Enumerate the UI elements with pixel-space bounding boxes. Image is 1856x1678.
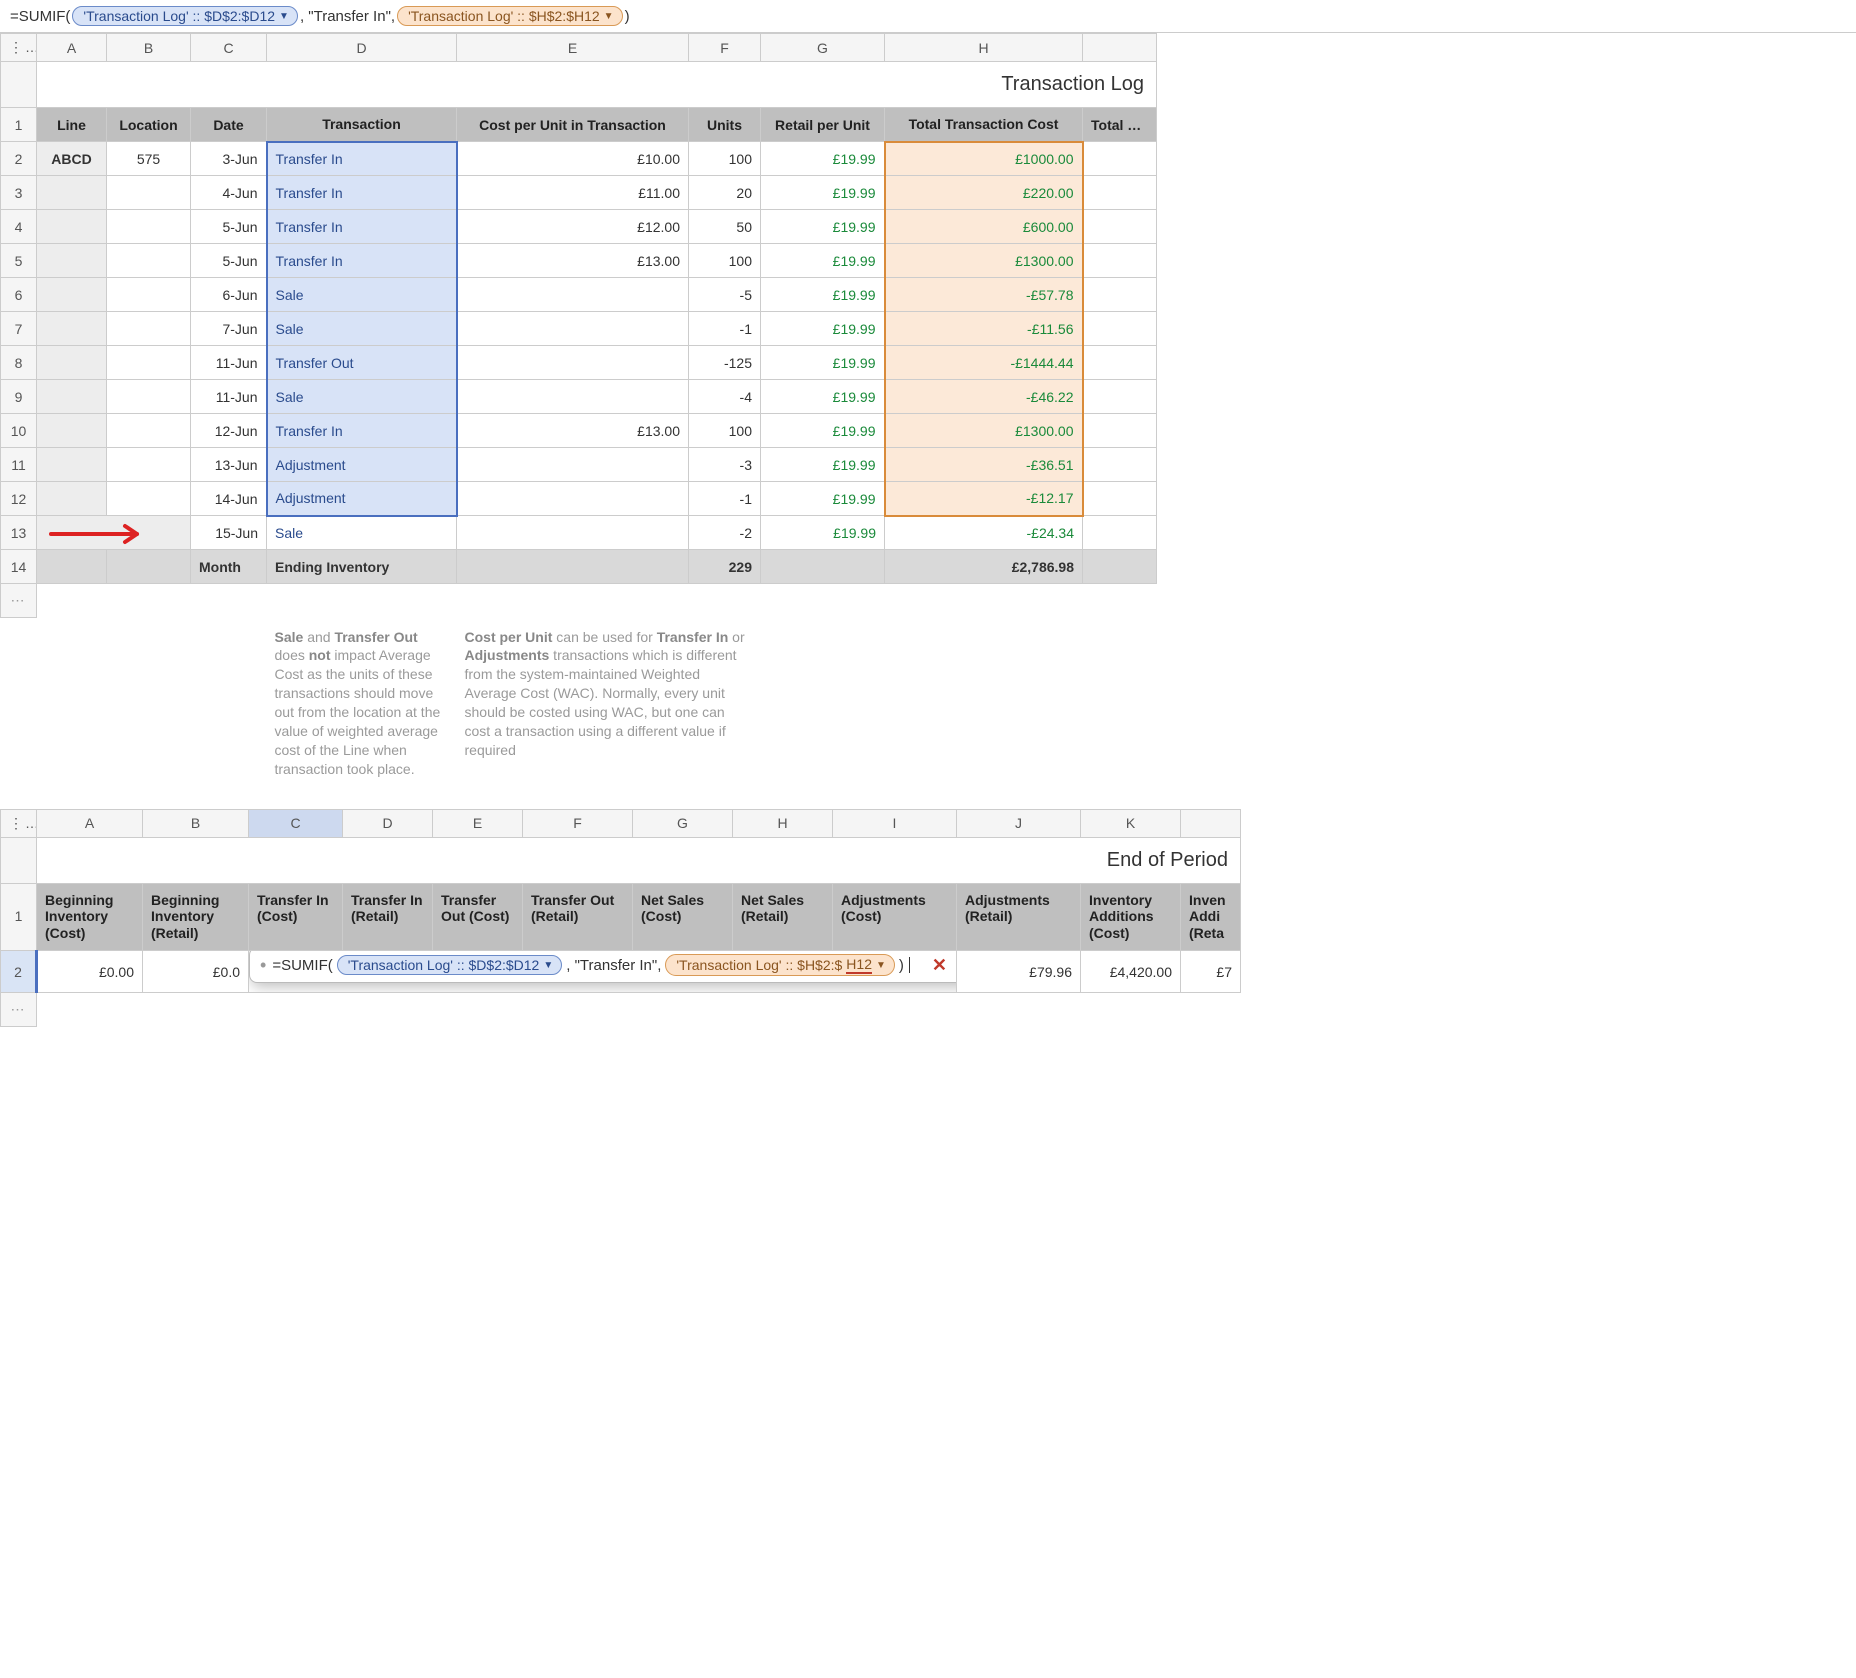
hdr-d[interactable]: Transfer In (Retail) bbox=[343, 883, 433, 950]
header-units[interactable]: Units bbox=[689, 108, 761, 142]
corner-handle[interactable]: ⋮⋮⋮ bbox=[1, 34, 37, 62]
col-header[interactable]: B bbox=[143, 809, 249, 837]
header-date[interactable]: Date bbox=[191, 108, 267, 142]
hdr-i[interactable]: Adjustments (Cost) bbox=[833, 883, 957, 950]
inline-formula-editor[interactable]: • =SUMIF( 'Transaction Log' :: $D$2:$D12… bbox=[249, 951, 957, 984]
table-row: 9 11-Jun Sale -4 £19.99 -£46.22 bbox=[1, 380, 1157, 414]
hdr-c[interactable]: Transfer In (Cost) bbox=[249, 883, 343, 950]
row-handle[interactable]: ⋯ bbox=[1, 993, 37, 1027]
col-header[interactable]: F bbox=[689, 34, 761, 62]
bullet-icon: • bbox=[260, 956, 266, 974]
col-header[interactable]: E bbox=[457, 34, 689, 62]
formula-mid: , "Transfer In", bbox=[300, 8, 395, 25]
row-header[interactable]: 1 bbox=[1, 883, 37, 950]
col-header[interactable]: E bbox=[433, 809, 523, 837]
text-cursor bbox=[909, 957, 910, 973]
header-transaction[interactable]: Transaction bbox=[267, 108, 457, 142]
hdr-e[interactable]: Transfer Out (Cost) bbox=[433, 883, 523, 950]
arrow-right-icon bbox=[47, 522, 157, 546]
col-header[interactable]: C bbox=[191, 34, 267, 62]
col-header[interactable]: D bbox=[343, 809, 433, 837]
col-header[interactable]: I bbox=[833, 809, 957, 837]
col-header[interactable]: A bbox=[37, 34, 107, 62]
row-header-active[interactable]: 2 bbox=[1, 951, 37, 993]
hdr-partial[interactable]: Inven Addi (Reta bbox=[1181, 883, 1241, 950]
hdr-h[interactable]: Net Sales (Retail) bbox=[733, 883, 833, 950]
table-row: 2 ABCD 575 3-Jun Transfer In £10.00 100 … bbox=[1, 142, 1157, 176]
range-token-h[interactable]: 'Transaction Log' :: $H$2:$H12 ▼ bbox=[665, 954, 895, 976]
table-title: Transaction Log bbox=[37, 62, 1157, 108]
transaction-log-table[interactable]: ⋮⋮⋮ A B C D E F G H Transaction Log 1 Li… bbox=[0, 33, 1157, 809]
header-location[interactable]: Location bbox=[107, 108, 191, 142]
formula-suffix: ) bbox=[899, 957, 904, 974]
hdr-j[interactable]: Adjustments (Retail) bbox=[957, 883, 1081, 950]
cancel-button[interactable]: ✕ bbox=[932, 955, 947, 976]
table-row: 8 11-Jun Transfer Out -125 £19.99 -£1444… bbox=[1, 346, 1157, 380]
range-token-h[interactable]: 'Transaction Log' :: $H$2:$H12 ▼ bbox=[397, 6, 623, 26]
chevron-down-icon: ▼ bbox=[876, 960, 886, 971]
table-row: 6 6-Jun Sale -5 £19.99 -£57.78 bbox=[1, 278, 1157, 312]
row-handle[interactable]: ⋯ bbox=[1, 584, 37, 618]
col-header[interactable]: K bbox=[1081, 809, 1181, 837]
chevron-down-icon: ▼ bbox=[279, 11, 289, 22]
summary-row: 14 Month Ending Inventory 229 £2,786.98 bbox=[1, 550, 1157, 584]
table-row: 7 7-Jun Sale -1 £19.99 -£11.56 bbox=[1, 312, 1157, 346]
chevron-down-icon: ▼ bbox=[604, 11, 614, 22]
hdr-b[interactable]: Beginning Inventory (Retail) bbox=[143, 883, 249, 950]
formula-suffix: ) bbox=[625, 8, 630, 25]
col-header[interactable]: G bbox=[633, 809, 733, 837]
col-header[interactable]: H bbox=[733, 809, 833, 837]
cell-editing[interactable]: • =SUMIF( 'Transaction Log' :: $D$2:$D12… bbox=[249, 951, 957, 993]
table-row: 11 13-Jun Adjustment -3 £19.99 -£36.51 bbox=[1, 448, 1157, 482]
row-header[interactable]: 1 bbox=[1, 108, 37, 142]
col-header[interactable]: D bbox=[267, 34, 457, 62]
table-title: End of Period bbox=[37, 837, 1241, 883]
hdr-g[interactable]: Net Sales (Cost) bbox=[633, 883, 733, 950]
header-retail-per-unit[interactable]: Retail per Unit bbox=[761, 108, 885, 142]
hdr-f[interactable]: Transfer Out (Retail) bbox=[523, 883, 633, 950]
header-partial[interactable]: Total Tra bbox=[1083, 108, 1157, 142]
formula-prefix: =SUMIF( bbox=[272, 957, 332, 974]
note-left: Sale and Transfer Out does not impact Av… bbox=[267, 618, 457, 809]
note-right: Cost per Unit can be used for Transfer I… bbox=[457, 618, 761, 809]
col-header[interactable]: H bbox=[885, 34, 1083, 62]
col-header[interactable]: A bbox=[37, 809, 143, 837]
header-cost-per-unit[interactable]: Cost per Unit in Transaction bbox=[457, 108, 689, 142]
hdr-k[interactable]: Inventory Additions (Cost) bbox=[1081, 883, 1181, 950]
table-row: 3 4-Jun Transfer In £11.00 20 £19.99 £22… bbox=[1, 176, 1157, 210]
table-row: 4 5-Jun Transfer In £12.00 50 £19.99 £60… bbox=[1, 210, 1157, 244]
formula-prefix: =SUMIF( bbox=[10, 8, 70, 25]
range-token-d[interactable]: 'Transaction Log' :: $D$2:$D12 ▼ bbox=[337, 955, 563, 975]
table-row: 13 15-Jun Sale -2 £19.99 -£24.34 bbox=[1, 516, 1157, 550]
header-total-cost[interactable]: Total Transaction Cost bbox=[885, 108, 1083, 142]
col-header-selected[interactable]: C bbox=[249, 809, 343, 837]
range-token-d[interactable]: 'Transaction Log' :: $D$2:$D12 ▼ bbox=[72, 6, 298, 26]
table-row: 12 14-Jun Adjustment -1 £19.99 -£12.17 bbox=[1, 482, 1157, 516]
formula-bar[interactable]: =SUMIF( 'Transaction Log' :: $D$2:$D12 ▼… bbox=[0, 0, 1856, 33]
col-header[interactable]: J bbox=[957, 809, 1081, 837]
table-row: 5 5-Jun Transfer In £13.00 100 £19.99 £1… bbox=[1, 244, 1157, 278]
corner-handle[interactable]: ⋮⋮⋮ bbox=[1, 809, 37, 837]
row-spacer bbox=[1, 62, 37, 108]
col-header[interactable]: G bbox=[761, 34, 885, 62]
formula-mid: , "Transfer In", bbox=[566, 957, 661, 974]
chevron-down-icon: ▼ bbox=[543, 960, 553, 971]
table-row: 2 £0.00 £0.0 • =SUMIF( 'Transaction Log'… bbox=[1, 951, 1241, 993]
header-line[interactable]: Line bbox=[37, 108, 107, 142]
end-of-period-table[interactable]: ⋮⋮⋮ A B C D E F G H I J K End of Period … bbox=[0, 809, 1241, 1027]
col-header-partial[interactable] bbox=[1083, 34, 1157, 62]
col-header[interactable]: F bbox=[523, 809, 633, 837]
hdr-a[interactable]: Beginning Inventory (Cost) bbox=[37, 883, 143, 950]
col-header-partial[interactable] bbox=[1181, 809, 1241, 837]
table-row: 10 12-Jun Transfer In £13.00 100 £19.99 … bbox=[1, 414, 1157, 448]
col-header[interactable]: B bbox=[107, 34, 191, 62]
